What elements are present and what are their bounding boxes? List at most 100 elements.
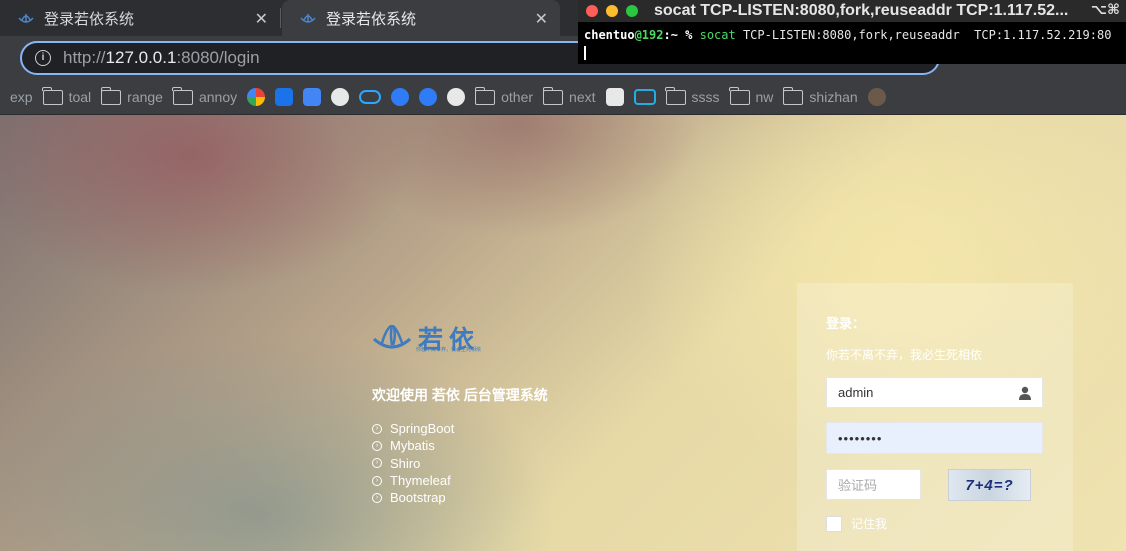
bookmark-label: next <box>569 89 596 105</box>
tab-login-2[interactable]: 登录若依系统 ✕ <box>282 0 560 36</box>
bookmark-globe[interactable] <box>447 87 466 107</box>
prompt-path: :~ % <box>663 28 700 42</box>
google-translate-icon <box>303 88 322 106</box>
feature-label: Shiro <box>390 455 421 471</box>
circle-arrow-icon: › <box>372 492 382 503</box>
terminal-cursor <box>584 46 586 60</box>
captcha-input[interactable]: 验证码 <box>826 469 921 500</box>
tab-divider <box>280 8 281 28</box>
bookmark-annoy[interactable]: annoy <box>172 86 238 107</box>
username-field[interactable]: admin <box>826 377 1043 408</box>
circle-arrow-icon: › <box>372 458 382 469</box>
list-item: › SpringBoot <box>372 420 454 437</box>
avatar-icon <box>867 88 886 106</box>
bookmark-google-translate[interactable] <box>303 87 322 107</box>
bookmark-shizhan[interactable]: shizhan <box>782 86 858 107</box>
bookmark-extra[interactable] <box>867 87 886 107</box>
username-value: admin <box>838 385 874 400</box>
bookmark-label: ssss <box>691 89 720 105</box>
bookmark-next[interactable]: next <box>542 86 596 107</box>
folder-icon <box>542 86 564 105</box>
url-path: :8080/login <box>176 48 260 67</box>
user-icon <box>1019 386 1031 400</box>
terminal-titlebar: socat TCP-LISTEN:8080,fork,reuseaddr TCP… <box>578 0 1126 22</box>
prompt-user: chentuo <box>584 28 635 42</box>
list-item: › Bootstrap <box>372 489 454 506</box>
url-scheme: http:// <box>63 48 106 67</box>
bookmark-app-1[interactable] <box>391 87 410 107</box>
bookmark-nw[interactable]: nw <box>729 86 774 107</box>
command-name: socat <box>699 28 736 42</box>
bookmark-label: annoy <box>198 89 238 105</box>
ruoyi-logo-icon <box>373 325 411 349</box>
terminal-window[interactable]: socat TCP-LISTEN:8080,fork,reuseaddr TCP… <box>578 0 1126 64</box>
bookmark-label: shizhan <box>809 89 858 105</box>
logo-tagline: 你若不离不弃，我必生死相依 <box>416 347 482 353</box>
translate-icon <box>275 88 294 106</box>
folder-icon <box>42 86 63 105</box>
tab-title: 登录若依系统 <box>326 10 417 28</box>
bookmark-github[interactable] <box>331 87 350 107</box>
circle-arrow-icon: › <box>372 423 382 434</box>
bookmark-ssss[interactable]: ssss <box>665 86 720 107</box>
url-text[interactable]: http://127.0.0.1:8080/login <box>63 48 260 68</box>
welcome-heading: 欢迎使用 若依 后台管理系统 <box>372 387 548 403</box>
bookmark-google[interactable] <box>247 87 266 107</box>
maximize-window-icon[interactable] <box>626 5 638 17</box>
shortcut-hint: ⌥⌘ <box>1090 1 1120 17</box>
folder-icon <box>729 86 750 105</box>
captcha-image-text: 7+4=? <box>965 476 1014 494</box>
globe-icon <box>447 88 466 106</box>
site-info-icon[interactable]: i <box>35 50 51 66</box>
bookmark-exp[interactable]: exp <box>10 87 33 107</box>
close-tab-icon[interactable]: ✕ <box>255 9 268 29</box>
remember-me-label: 记住我 <box>851 517 888 531</box>
baidu-icon <box>605 88 624 106</box>
remember-me-checkbox[interactable] <box>826 515 842 532</box>
feature-label: Thymeleaf <box>390 473 451 489</box>
feather-icon <box>391 88 410 106</box>
bookmark-label: exp <box>10 89 33 105</box>
feature-list: › SpringBoot › Mybatis › Shiro › Thymeleaf ›… <box>372 420 454 506</box>
terminal-command-line: chentuo@192:~ % socat TCP-LISTEN:8080,fo… <box>578 22 1126 42</box>
bookmark-toal[interactable]: toal <box>42 86 92 107</box>
bookmark-range[interactable]: range <box>100 86 163 107</box>
password-field[interactable]: •••••••• <box>826 422 1043 454</box>
bookmark-label: toal <box>68 89 92 105</box>
login-panel: 登录： 你若不离不弃，我必生死相依 admin •••••••• 验证码 7+4… <box>797 283 1073 551</box>
bookmark-translate[interactable] <box>275 87 294 107</box>
github-icon <box>331 88 350 106</box>
login-title: 登录： <box>826 316 866 331</box>
captcha-placeholder: 验证码 <box>838 478 878 493</box>
folder-icon <box>474 86 496 105</box>
ruoyi-favicon-icon <box>300 14 316 23</box>
password-mask: •••••••• <box>838 430 883 446</box>
bookmark-app-2[interactable] <box>419 87 438 107</box>
circle-arrow-icon: › <box>372 440 382 451</box>
minimize-window-icon[interactable] <box>606 5 618 17</box>
folder-icon <box>172 86 193 105</box>
bookmark-label: range <box>127 89 163 105</box>
tab-login-1[interactable]: 登录若依系统 ✕ <box>0 0 280 36</box>
google-icon <box>247 88 266 106</box>
captcha-image[interactable]: 7+4=? <box>948 469 1031 501</box>
url-host: 127.0.0.1 <box>105 48 177 67</box>
login-motto: 你若不离不弃，我必生死相依 <box>826 348 983 362</box>
bookmark-baidu[interactable] <box>605 87 624 107</box>
bookmarks-bar: exp toal range annoy other next ssss nw … <box>0 80 1126 115</box>
list-item: › Mybatis <box>372 437 454 454</box>
bookmark-cloud[interactable] <box>359 87 382 107</box>
feature-label: Mybatis <box>390 438 435 454</box>
bookmark-other[interactable]: other <box>474 86 533 107</box>
close-window-icon[interactable] <box>586 5 598 17</box>
ruoyi-favicon-icon <box>18 14 34 23</box>
remember-me[interactable]: 记住我 <box>826 515 887 532</box>
bookmark-label: nw <box>755 89 774 105</box>
tab-title: 登录若依系统 <box>44 10 135 28</box>
prompt-host: @192 <box>634 28 664 42</box>
ruoyi-logo: 若依 你若不离不弃，我必生死相依 <box>372 320 482 356</box>
close-tab-icon[interactable]: ✕ <box>535 9 548 29</box>
circle-arrow-icon: › <box>372 475 382 486</box>
bookmark-bilibili[interactable] <box>633 87 656 107</box>
bilibili-icon <box>633 89 656 105</box>
